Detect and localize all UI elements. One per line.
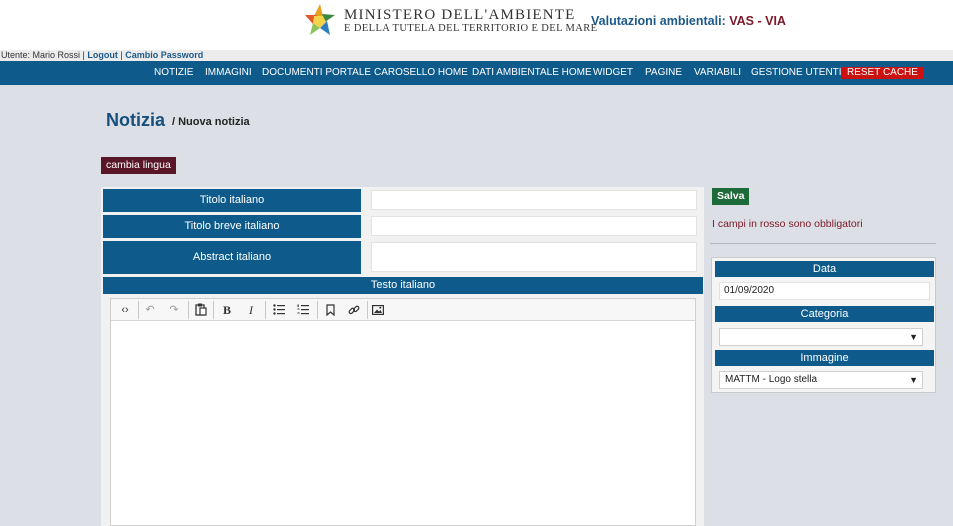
paste-icon[interactable] (192, 302, 210, 318)
editor-toolbar: ‹› ↶ ↷ B I (111, 299, 695, 321)
change-password-link[interactable]: Cambio Password (125, 50, 203, 60)
title-input[interactable] (371, 190, 697, 210)
separator: | (82, 50, 85, 60)
category-label: Categoria (715, 306, 934, 322)
nav-item-widget[interactable]: WIDGET (593, 67, 633, 78)
toolbar-separator (213, 301, 214, 319)
reset-cache-button[interactable]: RESET CACHE (841, 67, 924, 79)
category-select[interactable]: ▼ (719, 328, 923, 346)
ministry-name-line2: E DELLA TUTELA DEL TERRITORIO E DEL MARE (344, 23, 598, 34)
ministry-logo-star-icon (305, 4, 335, 35)
page-title: Notizia (106, 110, 166, 130)
abstract-input[interactable] (371, 242, 697, 272)
image-icon[interactable] (369, 302, 387, 318)
abstract-label: Abstract italiano (103, 241, 361, 274)
required-fields-note: I campi in rosso sono obbligatori (712, 218, 863, 230)
nav-item-carosello-home[interactable]: CAROSELLO HOME (374, 67, 468, 78)
nav-item-pagine[interactable]: PAGINE (645, 67, 682, 78)
toolbar-separator (367, 301, 368, 319)
nav-item-dati-ambientale-home[interactable]: DATI AMBIENTALE HOME (472, 67, 592, 78)
image-label: Immagine (715, 350, 934, 366)
bookmark-icon[interactable] (321, 302, 339, 318)
page-subtitle: / Nuova notizia (172, 116, 250, 128)
header: MINISTERO DELL'AMBIENTE E DELLA TUTELA D… (0, 0, 953, 50)
separator: | (120, 50, 123, 60)
app-title-suffix: VAS - VIA (729, 14, 786, 28)
chevron-down-icon: ▼ (909, 375, 918, 385)
change-language-button[interactable]: cambia lingua (101, 157, 176, 174)
image-select[interactable]: MATTM - Logo stella ▼ (719, 371, 923, 389)
toolbar-separator (317, 301, 318, 319)
logout-link[interactable]: Logout (87, 50, 118, 60)
metadata-panel: Data 01/09/2020 Categoria ▼ Immagine MAT… (711, 257, 936, 393)
nav-item-documenti-portale[interactable]: DOCUMENTI PORTALE (262, 67, 371, 78)
title-label: Titolo italiano (103, 189, 361, 212)
main-nav: NOTIZIE IMMAGINI DOCUMENTI PORTALE CAROS… (0, 61, 953, 85)
short-title-label: Titolo breve italiano (103, 215, 361, 238)
image-selected-value: MATTM - Logo stella (725, 374, 818, 385)
chevron-down-icon: ▼ (909, 332, 918, 342)
user-bar: Utente: Mario Rossi | Logout | Cambio Pa… (0, 50, 953, 61)
undo-icon[interactable]: ↶ (141, 302, 159, 318)
short-title-input[interactable] (371, 216, 697, 236)
save-button[interactable]: Salva (712, 188, 750, 205)
numbered-list-icon[interactable] (294, 302, 312, 318)
italic-icon[interactable]: I (242, 302, 260, 318)
nav-item-immagini[interactable]: IMMAGINI (205, 67, 252, 78)
current-user-label: Utente: Mario Rossi (1, 50, 81, 60)
source-code-icon[interactable]: ‹› (116, 302, 134, 318)
toolbar-separator (188, 301, 189, 319)
rich-text-editor: ‹› ↶ ↷ B I (110, 298, 696, 526)
redo-icon[interactable]: ↷ (165, 302, 183, 318)
toolbar-separator (265, 301, 266, 319)
date-input[interactable]: 01/09/2020 (719, 282, 930, 300)
date-label: Data (715, 261, 934, 277)
nav-item-variabili[interactable]: VARIABILI (694, 67, 741, 78)
nav-item-notizie[interactable]: NOTIZIE (154, 67, 193, 78)
link-icon[interactable] (345, 302, 363, 318)
ministry-name-line1: MINISTERO DELL'AMBIENTE (344, 7, 576, 23)
bold-icon[interactable]: B (218, 302, 236, 318)
divider (710, 243, 936, 244)
editor-content-area[interactable] (111, 321, 695, 525)
bulleted-list-icon[interactable] (270, 302, 288, 318)
app-title: Valutazioni ambientali: VAS - VIA (591, 14, 786, 28)
nav-item-gestione-utenti[interactable]: GESTIONE UTENTI (751, 67, 842, 78)
text-label: Testo italiano (103, 277, 703, 294)
app-title-prefix: Valutazioni ambientali: (591, 14, 726, 28)
toolbar-separator (138, 301, 139, 319)
